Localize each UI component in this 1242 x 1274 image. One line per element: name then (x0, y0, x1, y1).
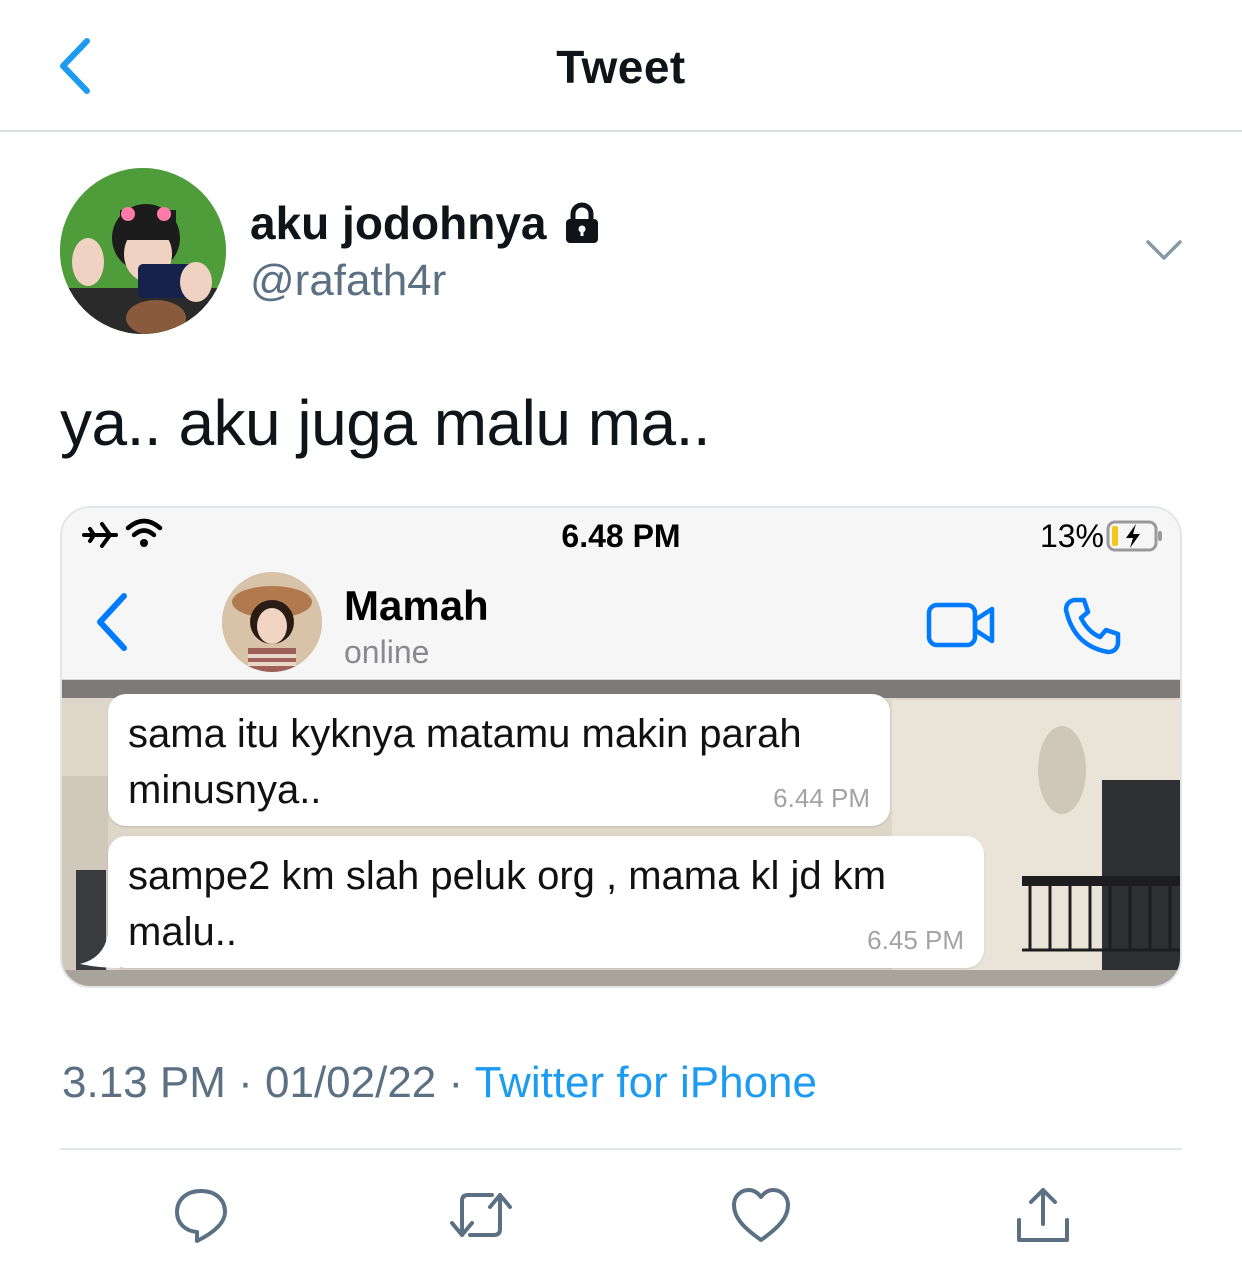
tweet-media-image[interactable]: 6.48 PM 13% Mamah online sama itu kyknya… (60, 506, 1182, 988)
top-nav-bar: Tweet (0, 0, 1242, 132)
contact-photo (222, 572, 322, 672)
phone-status-bar: 6.48 PM 13% (62, 508, 1180, 564)
divider (60, 1148, 1182, 1150)
contact-name: Mamah (344, 582, 489, 629)
message-line: minusnya.. (128, 768, 322, 812)
page-title: Tweet (556, 41, 686, 93)
message-line: sama itu kyknya matamu makin parah (128, 712, 802, 756)
phone-call-icon (1063, 597, 1121, 655)
heart-icon (732, 1188, 790, 1242)
author-name-row: aku jodohnya (250, 196, 604, 250)
contact-status: online (344, 634, 430, 670)
tweet-action-bar (0, 1180, 1242, 1250)
retweet-button[interactable] (446, 1180, 516, 1250)
more-options-button[interactable] (1142, 232, 1186, 268)
reply-button[interactable] (166, 1180, 236, 1250)
tweet-text: ya.. aku juga malu ma.. (60, 387, 711, 459)
message-line: malu.. (128, 910, 237, 954)
phone-clock: 6.48 PM (561, 518, 681, 554)
share-button[interactable] (1008, 1180, 1078, 1250)
message-time: 6.45 PM (867, 925, 964, 955)
chevron-down-icon (1146, 240, 1182, 260)
author-display-name[interactable]: aku jodohnya (250, 196, 546, 250)
share-icon (1017, 1188, 1069, 1242)
lock-icon (566, 202, 599, 243)
chat-header: Mamah online (62, 564, 1180, 680)
author-handle[interactable]: @rafath4r (250, 256, 446, 306)
reply-icon (175, 1189, 227, 1243)
tweet-date: 01/02/22 (265, 1058, 437, 1107)
chat-message: sama itu kyknya matamu makin parah minus… (108, 694, 890, 826)
meta-separator: · (448, 1058, 464, 1107)
bubble-tail (80, 934, 120, 968)
chat-back-icon (97, 593, 127, 651)
chat-background: sama itu kyknya matamu makin parah minus… (62, 680, 1180, 986)
contact-avatar (222, 572, 322, 672)
video-call-icon (926, 602, 995, 648)
battery-charging-icon (1106, 520, 1162, 552)
tweet-source-link[interactable]: Twitter for iPhone (475, 1058, 817, 1107)
tweet-meta: 3.13 PM · 01/02/22 · Twitter for iPhone (62, 1058, 817, 1108)
author-avatar[interactable] (60, 168, 226, 334)
message-time: 6.44 PM (773, 783, 870, 813)
chat-message: sampe2 km slah peluk org , mama kl jd km… (108, 836, 984, 968)
message-line: sampe2 km slah peluk org , mama kl jd km (128, 854, 887, 898)
avatar-photo (60, 168, 226, 334)
retweet-icon (450, 1193, 512, 1237)
like-button[interactable] (726, 1180, 796, 1250)
meta-separator: · (238, 1058, 253, 1107)
battery-percent: 13% (1039, 518, 1104, 554)
tweet-time: 3.13 PM (62, 1058, 226, 1107)
